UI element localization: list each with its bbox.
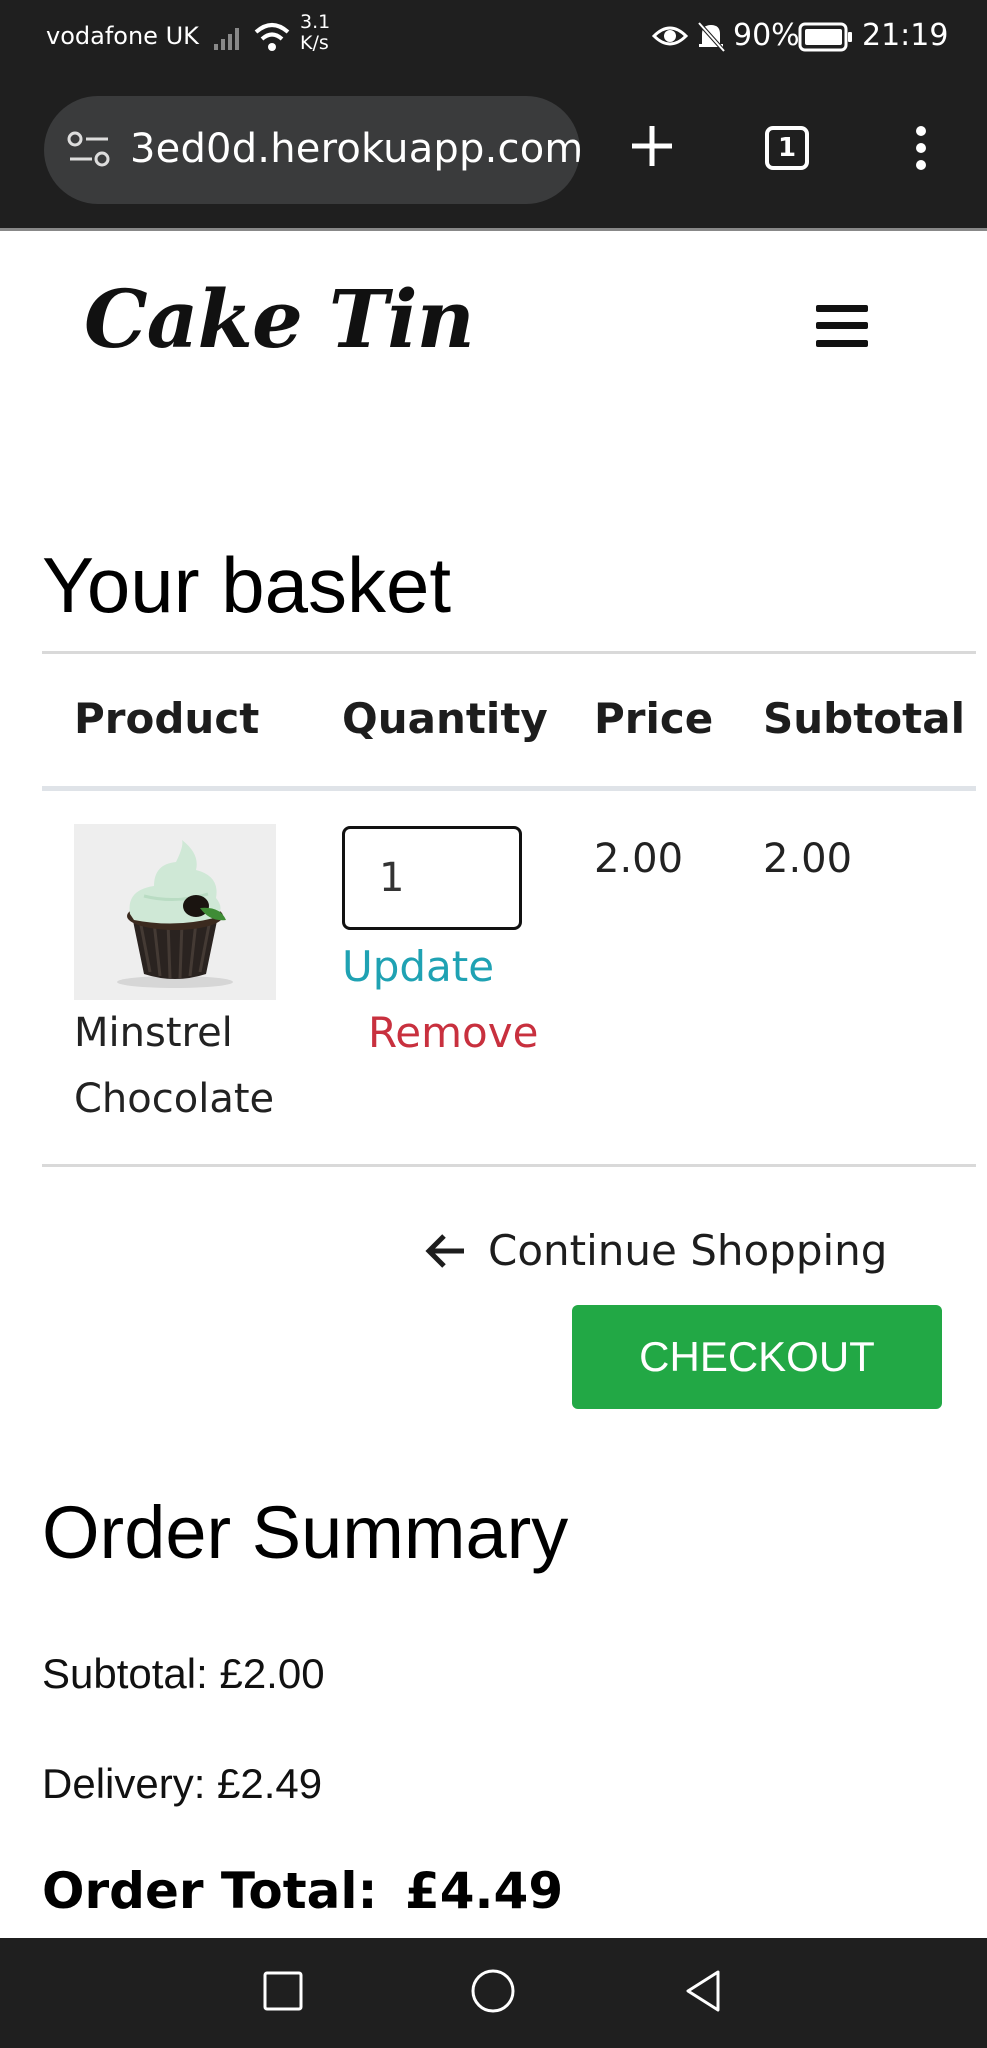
remove-link[interactable]: Remove	[368, 1008, 538, 1057]
url-text[interactable]: 3ed0d.herokuapp.com	[130, 126, 580, 172]
product-image	[74, 824, 276, 1000]
summary-delivery: Delivery: £2.49	[42, 1760, 323, 1807]
speed-value: 3.1	[300, 11, 331, 33]
table-bottom-border	[42, 1164, 976, 1167]
battery-percent: 90%	[733, 18, 800, 53]
clock: 21:19	[862, 18, 949, 53]
summary-subtotal: Subtotal: £2.00	[42, 1650, 325, 1697]
recent-apps-icon[interactable]	[262, 1970, 304, 2012]
page-title: Your basket	[42, 541, 452, 629]
toolbar-divider	[0, 228, 987, 231]
eye-icon	[652, 26, 688, 46]
column-header-product: Product	[74, 694, 260, 743]
product-name-line2: Chocolate	[74, 1076, 275, 1122]
tab-switcher-button[interactable]: 1	[765, 126, 809, 170]
continue-shopping-link[interactable]: Continue Shopping	[488, 1226, 887, 1275]
carrier-label: vodafone UK	[46, 22, 199, 50]
back-icon[interactable]	[682, 1968, 724, 2014]
signal-icon	[214, 28, 239, 50]
order-summary-title: Order Summary	[42, 1491, 569, 1574]
address-bar[interactable]: 3ed0d.herokuapp.com	[44, 96, 580, 204]
bell-muted-icon	[697, 21, 726, 53]
wifi-icon	[254, 23, 290, 51]
item-price: 2.00	[594, 836, 684, 882]
quantity-input[interactable]: 1	[342, 826, 522, 930]
product-name-line1: Minstrel	[74, 1010, 233, 1056]
hamburger-menu-icon[interactable]	[816, 305, 868, 347]
column-header-price: Price	[594, 694, 714, 743]
site-settings-icon[interactable]	[66, 130, 112, 170]
table-header-border	[42, 786, 976, 791]
site-logo[interactable]: Cake Tin	[84, 272, 475, 366]
arrow-left-icon[interactable]	[424, 1232, 468, 1270]
system-nav-bar	[0, 1938, 987, 2048]
more-menu-icon[interactable]	[910, 124, 932, 174]
status-bar: vodafone UK 3.1 K/s 90% 21:19	[0, 0, 987, 76]
browser-toolbar: 3ed0d.herokuapp.com 1	[0, 76, 987, 228]
checkout-button[interactable]: CHECKOUT	[572, 1305, 942, 1409]
speed-unit: K/s	[300, 32, 329, 54]
order-total-value: £4.49	[404, 1862, 564, 1920]
item-subtotal: 2.00	[763, 836, 853, 882]
table-top-border	[42, 651, 976, 654]
home-icon[interactable]	[470, 1968, 516, 2014]
tab-count: 1	[777, 133, 797, 163]
battery-icon	[798, 22, 852, 52]
update-link[interactable]: Update	[342, 942, 494, 991]
column-header-quantity: Quantity	[342, 694, 548, 743]
new-tab-icon[interactable]	[628, 122, 676, 170]
column-header-subtotal: Subtotal	[763, 694, 965, 743]
order-total: Order Total: £4.49	[42, 1862, 563, 1920]
network-speed: 3.1 K/s	[300, 12, 330, 54]
order-total-label: Order Total:	[42, 1862, 378, 1920]
